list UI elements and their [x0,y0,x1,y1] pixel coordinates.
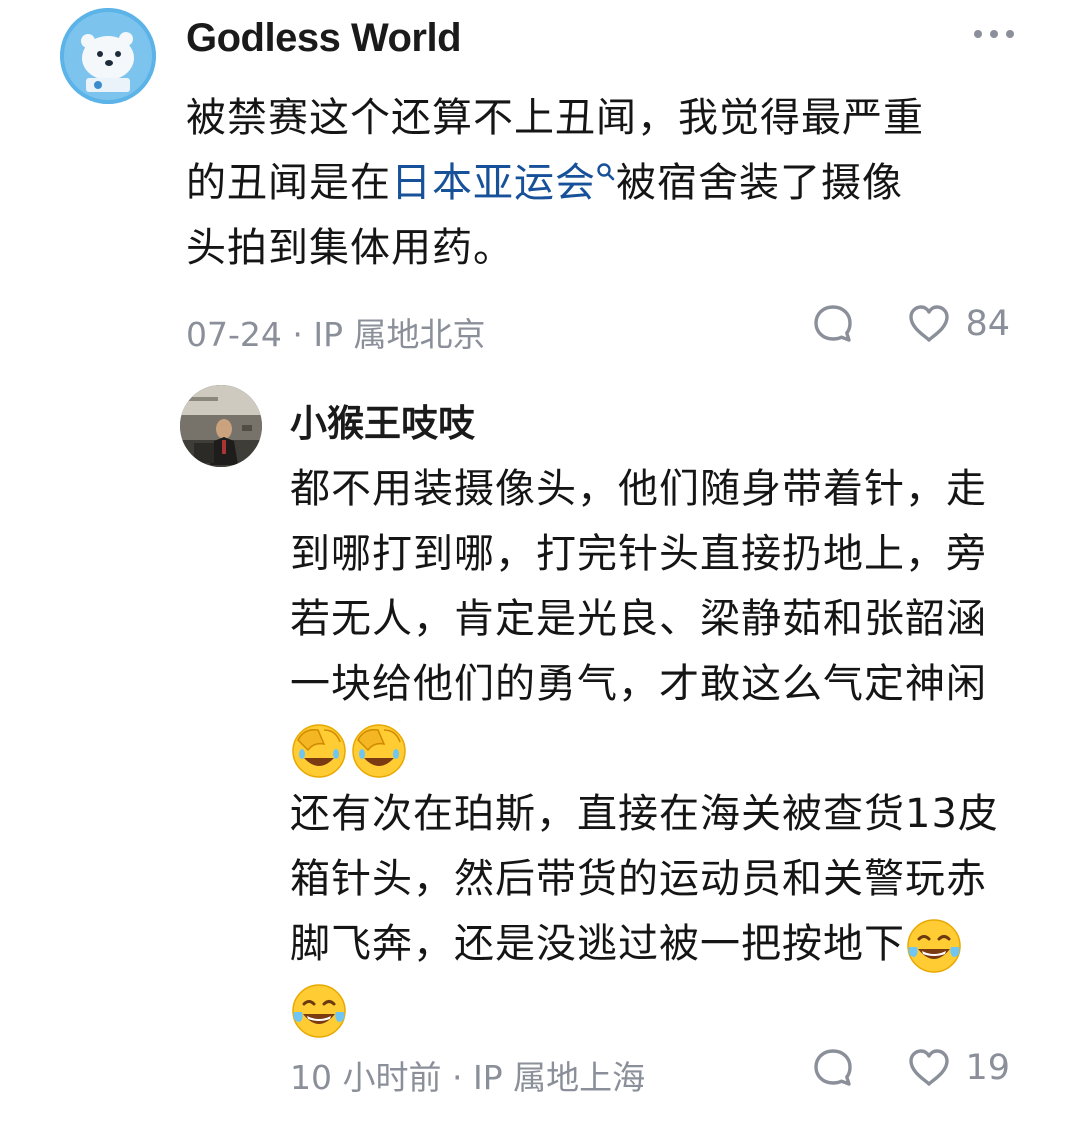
user-avatar[interactable] [60,8,156,104]
comment-bubble-icon[interactable] [811,302,855,346]
comment-text-line: 箱针头，然后带货的运动员和关警玩赤 [290,856,987,902]
comment-text-line: 头拍到集体用药。 [186,225,514,271]
comment-text-line: 一块给他们的勇气，才敢这么气定神闲 [290,661,987,707]
tears-of-joy-emoji [907,919,961,973]
tears-of-joy-emoji [292,984,346,1038]
text-segment: 脚飞奔，还是没逃过被一把按地下 [290,921,905,967]
facepalm-laugh-emoji [292,724,346,778]
more-dots-icon[interactable] [974,30,1014,38]
emoji-line [290,977,1030,1042]
ip-location: IP 属地北京 [313,315,486,354]
user-avatar[interactable] [180,385,262,467]
like-count: 19 [965,1048,1010,1088]
comment-actions: 84 [811,302,1010,346]
meta-separator: · [441,1058,473,1097]
comment-actions: 19 [811,1046,1010,1090]
search-link[interactable]: 日本亚运会 [391,160,596,206]
like-count: 84 [965,304,1010,344]
heart-icon [909,305,950,342]
author-name[interactable]: Godless World [186,16,462,61]
polar-bear-icon [60,8,156,104]
comment-bubble-icon[interactable] [811,1046,855,1090]
facepalm-laugh-emoji [352,724,406,778]
author-name[interactable]: 小猴王吱吱 [290,393,475,447]
comment-item: Godless World 被禁赛这个还算不上丑闻，我觉得最严重 的丑闻是在日本… [0,0,1080,365]
like-button[interactable]: 84 [907,302,1010,346]
search-icon[interactable] [596,162,616,182]
emoji-line [290,717,1030,782]
comment-text-line: 的丑闻是在日本亚运会 被宿舍装了摄像 [186,151,1016,216]
heart-icon [909,1049,950,1086]
comment-text-line: 都不用装摄像头，他们随身带着针，走 [290,466,987,512]
comment-text-line: 脚飞奔，还是没逃过被一把按地下 [290,912,1030,977]
comment-text-line: 到哪打到哪，打完针头直接扔地上，旁 [290,531,987,577]
comment-text-line: 被禁赛这个还算不上丑闻，我觉得最严重 [186,95,924,141]
text-segment: 的丑闻是在 [186,160,391,206]
comment-meta: 10 小时前 · IP 属地上海 [290,1051,645,1099]
comment-text: 都不用装摄像头，他们随身带着针，走 到哪打到哪，打完针头直接扔地上，旁 若无人，… [290,457,1030,1042]
comment-date: 07-24 [186,315,282,354]
speaker-photo-icon [180,385,262,467]
like-button[interactable]: 19 [907,1046,1010,1090]
meta-separator: · [281,315,314,354]
comment-meta: 07-24 · IP 属地北京 [186,308,486,356]
text-segment: 被宿舍装了摄像 [616,160,903,206]
comment-text-line: 还有次在珀斯，直接在海关被查货13皮 [290,791,999,837]
ip-location: IP 属地上海 [472,1058,646,1097]
comment-text: 被禁赛这个还算不上丑闻，我觉得最严重 的丑闻是在日本亚运会 被宿舍装了摄像 头拍到… [186,86,1016,281]
comment-text-line: 若无人，肯定是光良、梁静茹和张韶涵 [290,596,987,642]
comment-date: 10 小时前 [290,1058,442,1097]
reply-comment-item: 小猴王吱吱 都不用装摄像头，他们随身带着针，走 到哪打到哪，打完针头直接扔地上，… [0,365,1080,1127]
